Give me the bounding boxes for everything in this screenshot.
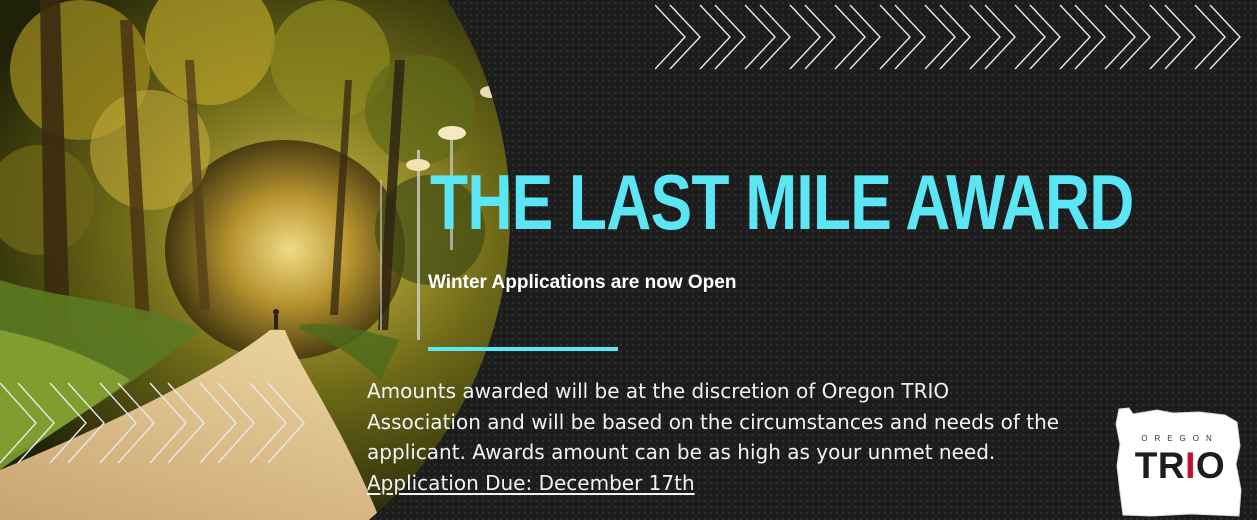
chevron-shape: [249, 382, 287, 464]
chevron-shape: [699, 4, 731, 70]
chevron-shape: [149, 382, 187, 464]
chevron-shape: [834, 4, 866, 70]
chevron-shape: [1014, 4, 1046, 70]
chevron-pattern-bottom: [0, 382, 305, 464]
award-description: Amounts awarded will be at the discretio…: [367, 376, 1067, 498]
logo-oregon-text: OREGON: [1141, 434, 1219, 443]
accent-divider: [428, 347, 618, 351]
chevron-shape: [1194, 4, 1226, 70]
chevron-shape: [879, 4, 911, 70]
award-title: THE LAST MILE AWARD: [430, 158, 1134, 246]
chevron-shape: [789, 4, 821, 70]
chevron-shape: [49, 382, 87, 464]
chevron-shape: [1104, 4, 1136, 70]
chevron-shape: [1059, 4, 1091, 70]
logo-accent-letter: I: [1185, 445, 1196, 486]
application-due-date: Application Due: December 17th: [367, 470, 695, 495]
chevron-shape: [969, 4, 1001, 70]
chevron-shape: [99, 382, 137, 464]
award-banner: THE LAST MILE AWARD Winter Applications …: [0, 0, 1257, 520]
chevron-shape: [199, 382, 237, 464]
chevron-shape: [744, 4, 776, 70]
chevron-shape: [0, 382, 37, 464]
description-text: Amounts awarded will be at the discretio…: [367, 379, 1060, 464]
chevron-shape: [924, 4, 956, 70]
applications-open-subtitle: Winter Applications are now Open: [428, 272, 737, 293]
chevron-shape: [1149, 4, 1181, 70]
logo-trio-text: TRIO: [1134, 445, 1226, 486]
chevron-shape: [655, 4, 686, 70]
chevron-pattern-top: [655, 4, 1241, 70]
